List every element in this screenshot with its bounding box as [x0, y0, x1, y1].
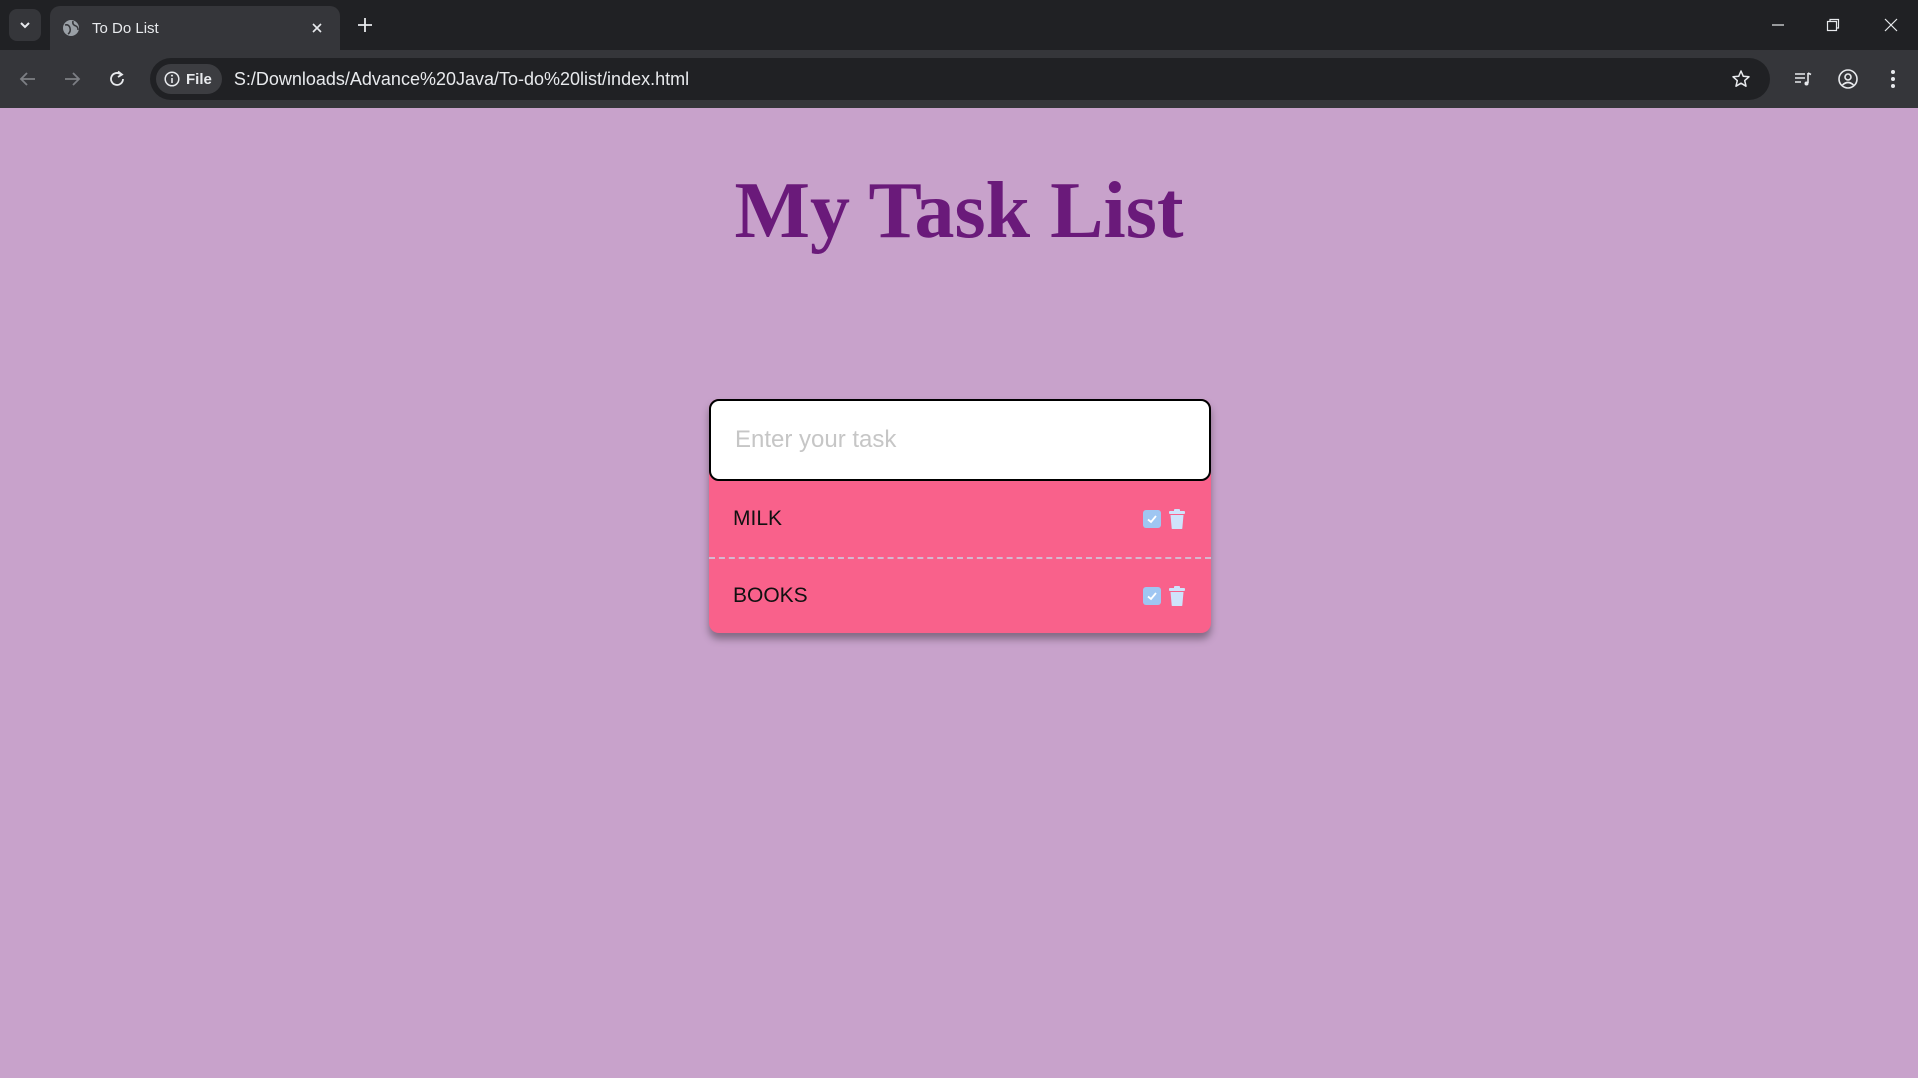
reload-button[interactable] — [103, 65, 131, 93]
tab-search-button[interactable] — [9, 9, 41, 41]
plus-icon — [358, 18, 372, 32]
todo-card: MILK — [709, 399, 1211, 633]
delete-task-button[interactable] — [1167, 585, 1187, 607]
delete-task-button[interactable] — [1167, 508, 1187, 530]
trash-icon — [1169, 586, 1185, 606]
task-text: MILK — [733, 507, 783, 530]
close-icon — [1884, 18, 1898, 32]
tab-title: To Do List — [92, 19, 159, 37]
task-input[interactable] — [709, 399, 1211, 481]
site-info-chip[interactable]: File — [156, 64, 222, 94]
back-button[interactable] — [14, 65, 42, 93]
browser-toolbar: File S:/Downloads/Advance%20Java/To-do%2… — [0, 50, 1918, 108]
check-icon — [1147, 515, 1157, 524]
star-icon — [1732, 70, 1750, 87]
media-controls-button[interactable] — [1789, 65, 1817, 93]
forward-button[interactable] — [58, 65, 86, 93]
account-icon — [1838, 69, 1858, 89]
list-item: BOOKS — [709, 557, 1211, 633]
new-tab-button[interactable] — [352, 12, 378, 38]
minimize-icon — [1772, 24, 1784, 26]
complete-task-button[interactable] — [1143, 587, 1161, 605]
browser-tab[interactable]: To Do List — [50, 6, 340, 50]
playlist-icon — [1795, 72, 1812, 86]
task-actions — [1143, 508, 1187, 530]
page-content: My Task List MILK — [0, 108, 1918, 1078]
page-title: My Task List — [734, 167, 1184, 255]
task-list: MILK BOOKS — [709, 481, 1211, 633]
task-text: BOOKS — [733, 584, 808, 607]
minimize-button[interactable] — [1763, 10, 1793, 40]
trash-icon — [1169, 509, 1185, 529]
restore-button[interactable] — [1818, 10, 1848, 40]
tab-close-button[interactable] — [306, 17, 328, 39]
restore-icon — [1826, 18, 1840, 32]
complete-task-button[interactable] — [1143, 510, 1161, 528]
check-icon — [1147, 592, 1157, 601]
info-icon — [164, 71, 180, 87]
more-vertical-icon — [1891, 70, 1895, 88]
reload-icon — [110, 70, 124, 86]
profile-button[interactable] — [1834, 65, 1862, 93]
close-window-button[interactable] — [1876, 10, 1906, 40]
arrow-left-icon — [19, 72, 35, 86]
globe-icon — [63, 20, 79, 36]
address-bar[interactable]: File S:/Downloads/Advance%20Java/To-do%2… — [150, 58, 1770, 100]
chevron-down-icon — [20, 22, 30, 29]
close-icon — [312, 23, 322, 33]
site-info-label: File — [186, 70, 212, 88]
arrow-right-icon — [65, 72, 81, 86]
list-item: MILK — [709, 481, 1211, 557]
task-actions — [1143, 585, 1187, 607]
url-text: S:/Downloads/Advance%20Java/To-do%20list… — [233, 68, 690, 89]
browser-menu-button[interactable] — [1879, 65, 1907, 93]
bookmark-button[interactable] — [1728, 66, 1754, 92]
browser-tab-bar: To Do List — [0, 0, 1918, 50]
